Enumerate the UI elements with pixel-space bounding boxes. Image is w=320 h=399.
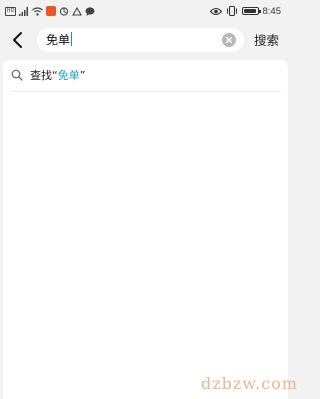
search-icon (11, 69, 23, 81)
watermark: dzbzw.com (201, 374, 298, 393)
divider (11, 91, 281, 92)
status-time: 8:45 (262, 5, 282, 17)
suggestion-prefix: 查找“ (30, 69, 58, 82)
app-icon (72, 6, 82, 16)
close-icon (225, 36, 233, 44)
status-bar: HD 8:45 (0, 0, 291, 22)
vibrate-icon (226, 6, 237, 16)
battery-icon (241, 7, 261, 15)
hd-icon: HD (5, 6, 16, 16)
chevron-left-icon (13, 32, 22, 48)
status-right-icons: 8:45 (209, 5, 282, 17)
text-cursor (71, 32, 73, 46)
app-icon (59, 6, 69, 16)
search-header: 免单 搜索 (0, 22, 291, 60)
signal-icon (19, 6, 28, 16)
search-query-wrapper: 免单 (46, 28, 73, 52)
search-input[interactable]: 免单 (37, 28, 244, 52)
wifi-icon (32, 6, 43, 16)
search-submit-button[interactable]: 搜索 (254, 31, 279, 51)
app-notification-icon (46, 6, 56, 16)
suggestion-label: 查找“免单” (30, 66, 85, 86)
suggestion-keyword: 免单 (57, 69, 80, 82)
chat-icon (85, 6, 95, 16)
eye-icon (209, 7, 222, 15)
back-button[interactable] (8, 30, 28, 50)
suggestion-panel: 查找“免单” (3, 60, 288, 399)
clear-search-button[interactable] (222, 33, 236, 47)
search-query-text: 免单 (46, 33, 71, 47)
status-left-icons: HD (5, 6, 95, 16)
suggestion-suffix: ” (79, 69, 86, 82)
search-suggestion-item[interactable]: 查找“免单” (3, 60, 288, 92)
